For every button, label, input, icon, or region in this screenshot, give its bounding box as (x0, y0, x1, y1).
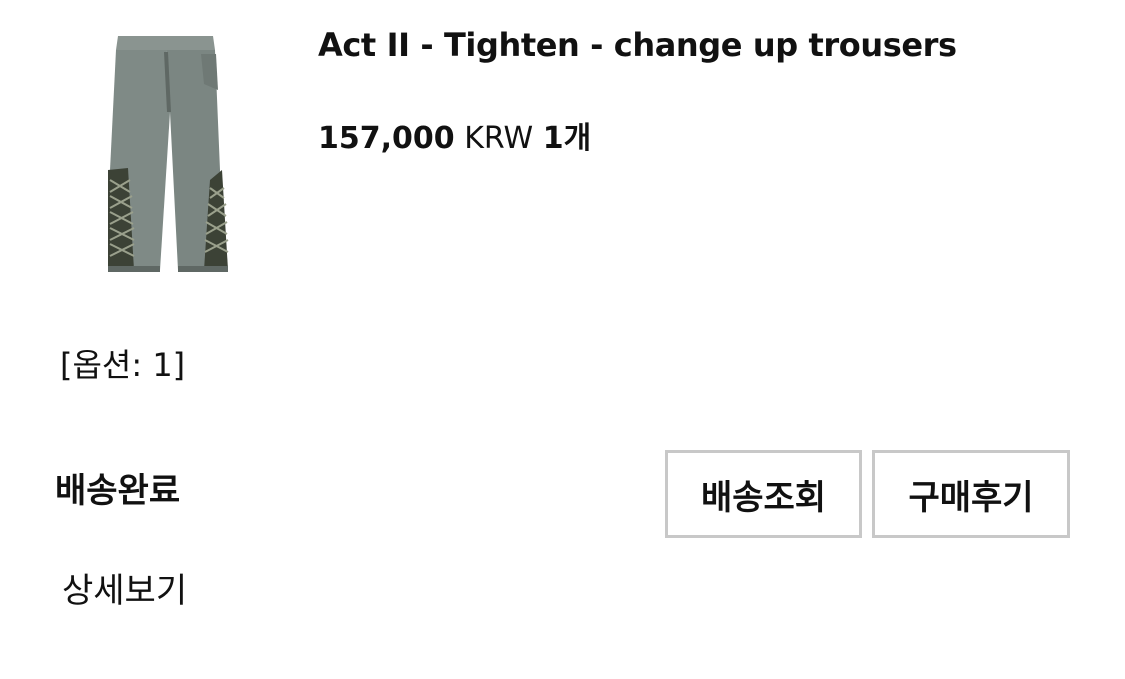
track-delivery-button[interactable]: 배송조회 (665, 450, 862, 538)
price-amount: 157,000 (318, 121, 455, 156)
option-text: [옵션: 1] (60, 346, 186, 384)
write-review-button[interactable]: 구매후기 (872, 450, 1070, 538)
product-title[interactable]: Act II - Tighten - change up trousers (318, 26, 957, 64)
price-line: 157,000 KRW 1개 (318, 113, 591, 157)
view-details-link[interactable]: 상세보기 (62, 563, 187, 612)
price-currency: KRW (464, 121, 534, 156)
order-status: 배송완료 (55, 471, 181, 511)
quantity: 1개 (542, 121, 592, 156)
order-item-card: Act II - Tighten - change up trousers 15… (0, 0, 1125, 679)
product-thumbnail[interactable] (58, 20, 288, 285)
trousers-image (108, 36, 229, 272)
